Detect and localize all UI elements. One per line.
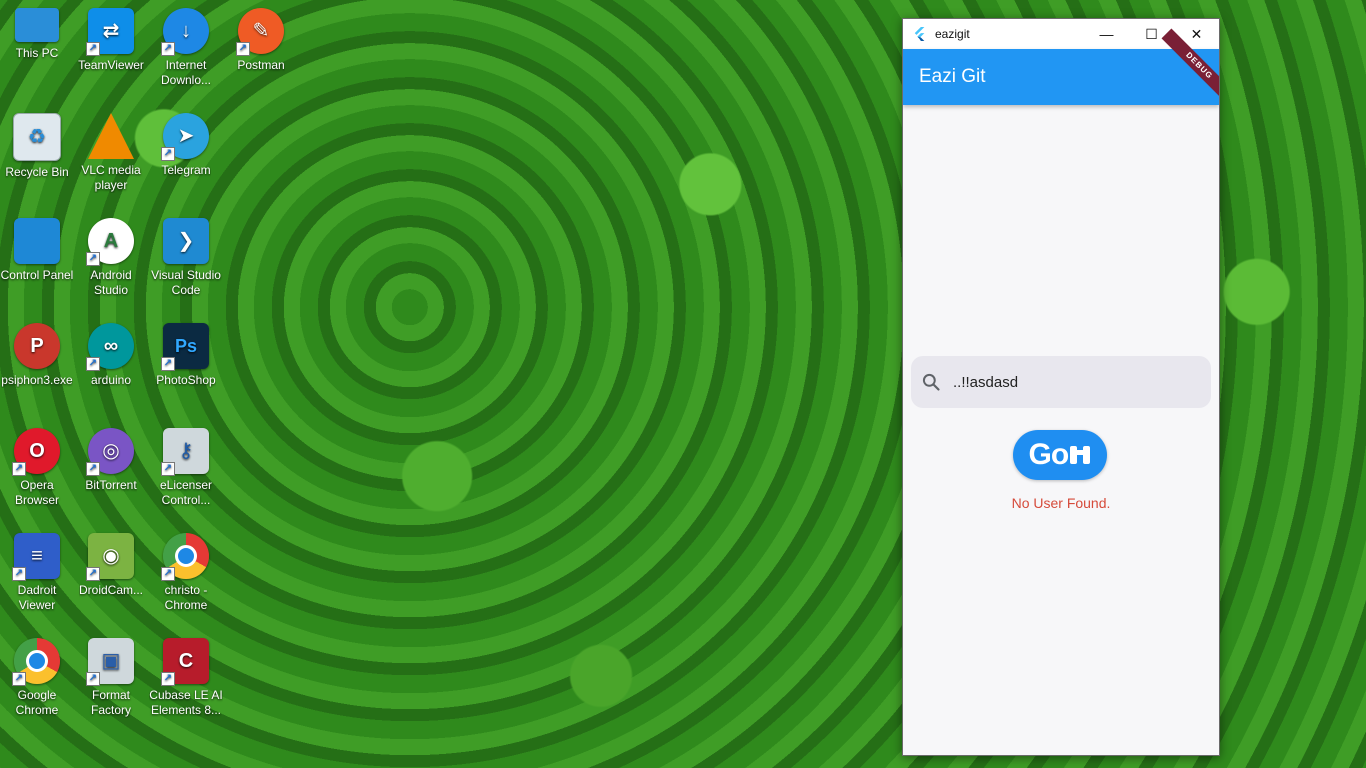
shortcut-arrow-icon: ↗ — [236, 42, 250, 56]
search-icon — [922, 373, 940, 391]
flutter-logo-icon — [914, 27, 925, 41]
chrome-icon: ↗ — [12, 638, 60, 686]
desktop-icon-psiphon[interactable]: P psiphon3.exe — [0, 323, 74, 388]
desktop-icon-bittorrent[interactable]: ◎ ↗ BitTorrent — [74, 428, 148, 493]
icon-label: Android Studio — [90, 268, 132, 297]
eazigit-window: eazigit — ☐ ✕ Eazi Git DEBUG Go No User … — [902, 18, 1220, 756]
shortcut-arrow-icon: ↗ — [12, 462, 26, 476]
shortcut-arrow-icon: ↗ — [161, 42, 175, 56]
telegram-icon: ➤ ↗ — [161, 113, 209, 161]
icon-label: christo - Chrome — [164, 583, 208, 612]
shortcut-arrow-icon: ↗ — [86, 567, 100, 581]
computer-icon — [15, 8, 59, 42]
search-input[interactable] — [951, 372, 1185, 392]
shortcut-arrow-icon: ↗ — [161, 672, 175, 686]
shortcut-arrow-icon: ↗ — [161, 462, 175, 476]
search-field[interactable] — [911, 356, 1211, 408]
control-panel-icon — [14, 218, 60, 264]
desktop-icon-format-factory[interactable]: ▣ ↗ Format Factory — [74, 638, 148, 718]
desktop-icon-google-chrome[interactable]: ↗ Google Chrome — [0, 638, 74, 718]
opera-icon: O ↗ — [12, 428, 60, 476]
icon-label: arduino — [90, 373, 132, 387]
desktop-icon-vscode[interactable]: ❯ Visual Studio Code — [149, 218, 223, 298]
vlc-icon — [88, 113, 134, 159]
recycle-bin-icon: ♻ — [13, 113, 61, 161]
icon-label: TeamViewer — [78, 58, 144, 72]
shortcut-arrow-icon: ↗ — [86, 672, 100, 686]
icon-label: VLC media player — [81, 163, 141, 192]
window-title: eazigit — [935, 27, 970, 41]
desktop-icon-this-pc[interactable]: This PC — [0, 8, 74, 61]
shortcut-arrow-icon: ↗ — [161, 567, 175, 581]
minimize-button[interactable]: — — [1084, 19, 1129, 49]
desktop-icon-telegram[interactable]: ➤ ↗ Telegram — [149, 113, 223, 178]
icon-label: Recycle Bin — [5, 165, 69, 179]
shortcut-arrow-icon: ↗ — [86, 42, 100, 56]
shortcut-arrow-icon: ↗ — [161, 147, 175, 161]
icon-label: eLicenser Control... — [159, 478, 213, 507]
icon-label: Format Factory — [90, 688, 131, 717]
internet-download-manager-icon: ↓ ↗ — [161, 8, 209, 56]
desktop-icon-control-panel[interactable]: Control Panel — [0, 218, 74, 283]
desktop-icon-droidcam[interactable]: ◉ ↗ DroidCam... — [74, 533, 148, 598]
icon-label: Postman — [237, 58, 285, 72]
vscode-icon: ❯ — [163, 218, 209, 264]
icon-label: DroidCam... — [78, 583, 143, 597]
error-message: No User Found. — [1011, 495, 1111, 511]
chrome-profile-icon: ↗ — [161, 533, 209, 581]
app-bar: Eazi Git DEBUG — [903, 28, 1219, 105]
desktop-icon-elicenser[interactable]: ⚷ ↗ eLicenser Control... — [149, 428, 223, 508]
icon-label: BitTorrent — [85, 478, 137, 492]
shortcut-arrow-icon: ↗ — [161, 357, 175, 371]
desktop-icon-internet-download-manager[interactable]: ↓ ↗ Internet Downlo... — [149, 8, 223, 88]
shortcut-arrow-icon: ↗ — [12, 672, 26, 686]
shortcut-arrow-icon: ↗ — [12, 567, 26, 581]
icon-label: Internet Downlo... — [160, 58, 212, 87]
desktop-icon-android-studio[interactable]: A ↗ Android Studio — [74, 218, 148, 298]
icon-label: psiphon3.exe — [1, 373, 73, 387]
desktop-icon-vlc[interactable]: VLC media player — [74, 113, 148, 193]
icon-label: Control Panel — [0, 268, 74, 282]
desktop-icon-dadroit[interactable]: ≡ ↗ Dadroit Viewer — [0, 533, 74, 613]
icon-label: Telegram — [161, 163, 211, 177]
go-button[interactable]: Go — [1013, 430, 1107, 480]
icon-label: PhotoShop — [156, 373, 216, 387]
desktop-icon-postman[interactable]: ✎ ↗ Postman — [224, 8, 298, 73]
droidcam-icon: ◉ ↗ — [86, 533, 134, 581]
icon-label: Google Chrome — [15, 688, 59, 717]
postman-icon: ✎ ↗ — [236, 8, 284, 56]
desktop-icon-teamviewer[interactable]: ⇄ ↗ TeamViewer — [74, 8, 148, 73]
binoculars-icon — [1069, 446, 1090, 464]
photoshop-icon: Ps ↗ — [161, 323, 209, 371]
desktop-icon-cubase[interactable]: C ↗ Cubase LE AI Elements 8... — [149, 638, 223, 718]
shortcut-arrow-icon: ↗ — [86, 462, 100, 476]
desktop-icon-arduino[interactable]: ∞ ↗ arduino — [74, 323, 148, 388]
icon-label: Dadroit Viewer — [17, 583, 57, 612]
desktop-icon-christo-chrome[interactable]: ↗ christo - Chrome — [149, 533, 223, 613]
teamviewer-icon: ⇄ ↗ — [86, 8, 134, 56]
icon-label: Visual Studio Code — [151, 268, 221, 297]
icon-label: Cubase LE AI Elements 8... — [149, 688, 223, 717]
bittorrent-icon: ◎ ↗ — [86, 428, 134, 476]
dadroit-icon: ≡ ↗ — [12, 533, 60, 581]
elicenser-icon: ⚷ ↗ — [161, 428, 209, 476]
icon-label: Opera Browser — [14, 478, 59, 507]
shortcut-arrow-icon: ↗ — [86, 252, 100, 266]
android-studio-icon: A ↗ — [86, 218, 134, 266]
arduino-icon: ∞ ↗ — [86, 323, 134, 371]
format-factory-icon: ▣ ↗ — [86, 638, 134, 686]
psiphon-icon: P — [14, 323, 60, 369]
desktop-icon-photoshop[interactable]: Ps ↗ PhotoShop — [149, 323, 223, 388]
icon-label: This PC — [15, 46, 59, 60]
desktop-icon-recycle-bin[interactable]: ♻ Recycle Bin — [0, 113, 74, 180]
desktop-icon-opera[interactable]: O ↗ Opera Browser — [0, 428, 74, 508]
shortcut-arrow-icon: ↗ — [86, 357, 100, 371]
app-bar-title: Eazi Git — [919, 66, 986, 87]
cubase-icon: C ↗ — [161, 638, 209, 686]
